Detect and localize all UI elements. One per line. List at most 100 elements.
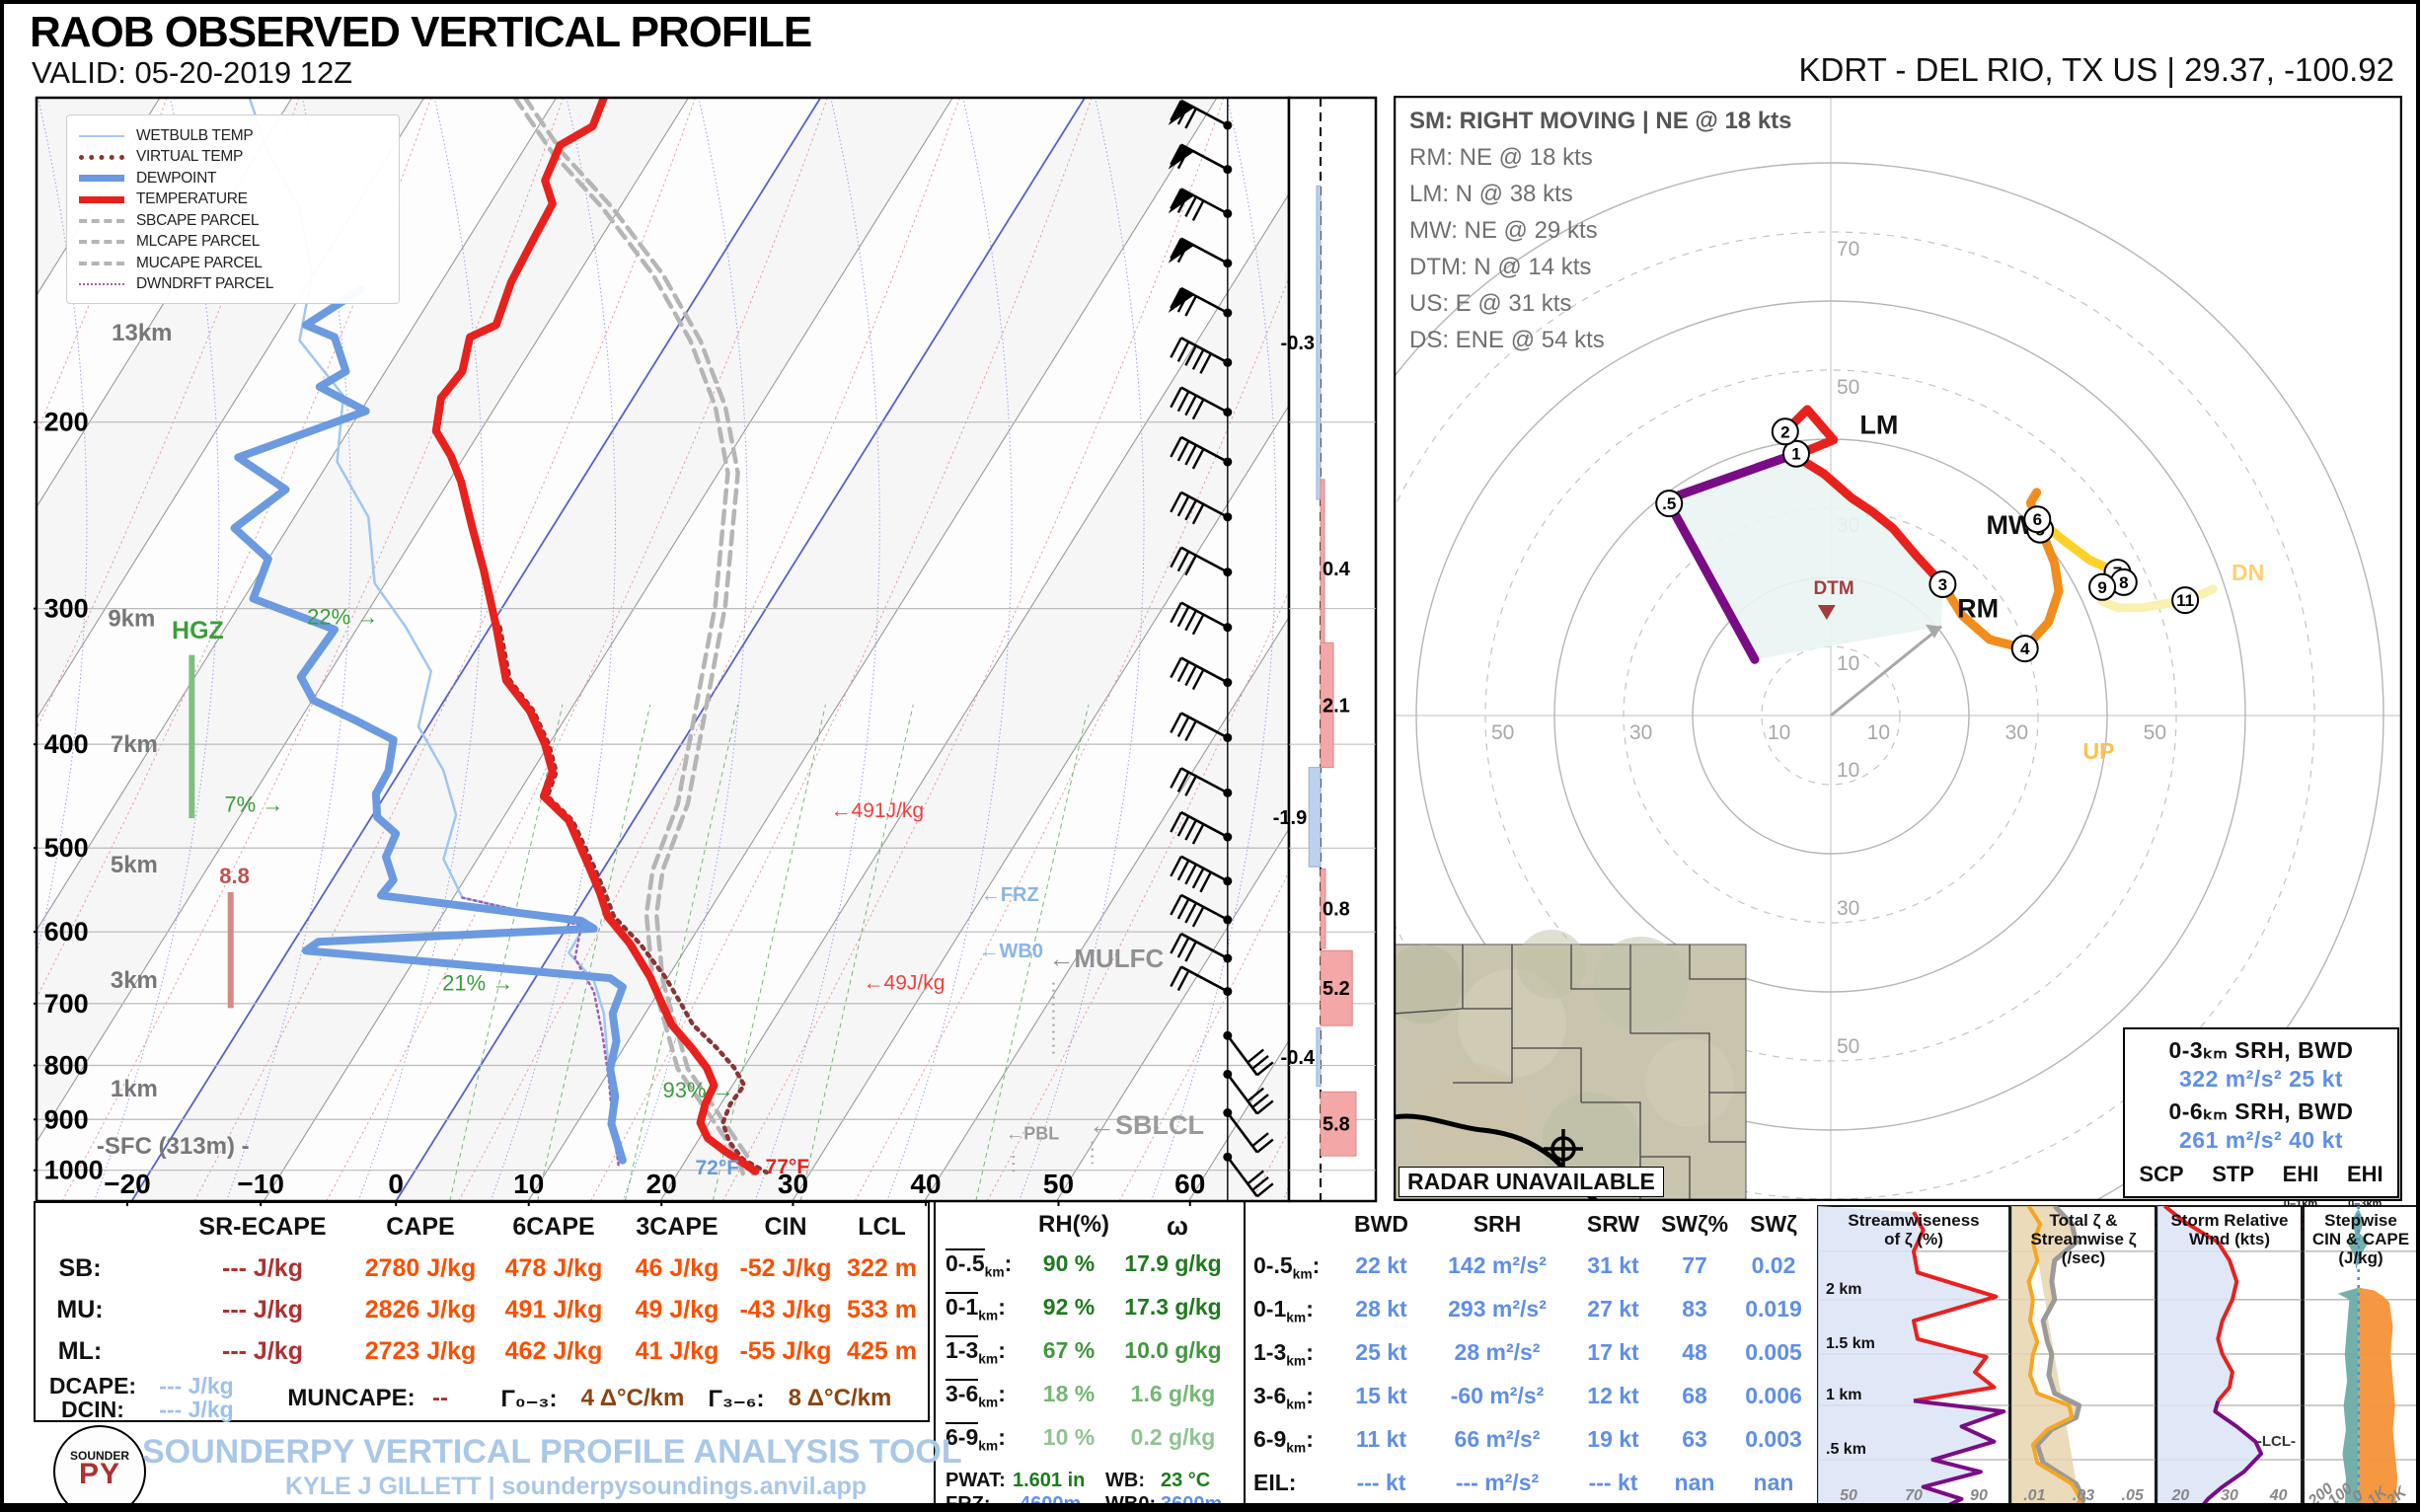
thermo-cell: -52 J/kg bbox=[739, 1254, 832, 1282]
omega-bar bbox=[1308, 767, 1322, 868]
thermo-cell: LCL bbox=[858, 1213, 906, 1241]
kinematics-value: 15 kt bbox=[1355, 1383, 1407, 1408]
thermo-cell: SR-ECAPE bbox=[198, 1213, 327, 1241]
skewt-annotation: HGZ bbox=[172, 617, 224, 644]
moisture-mixratio-value: 10.0 g/kg bbox=[1124, 1337, 1222, 1363]
kinematics-row-label: 6-9km: bbox=[1253, 1426, 1314, 1456]
skewt-annotation: ←MULFC bbox=[1048, 944, 1164, 973]
thermo-cell: 491 J/kg bbox=[504, 1296, 603, 1323]
legend-label: DWNDRFT PARCEL bbox=[136, 275, 274, 293]
hodograph-ring-label: 70 bbox=[1837, 238, 1859, 261]
mini-chart-panel: Total ζ &Streamwise ζ(/sec) .01 .03 .05 bbox=[2010, 1205, 2156, 1504]
mini-chart-xtick: 50 bbox=[1840, 1487, 1857, 1504]
frz-label: FRZ: bbox=[945, 1493, 991, 1512]
thermo-cell: -43 J/kg bbox=[739, 1296, 832, 1323]
height-axis-label: 1km bbox=[111, 1076, 158, 1102]
moisture-mixratio-value: 17.3 g/kg bbox=[1124, 1294, 1222, 1320]
wb-value: 23 °C bbox=[1161, 1470, 1211, 1491]
kinematics-value: 0.006 bbox=[1745, 1383, 1802, 1408]
hodograph-label: DTM bbox=[1814, 578, 1854, 599]
mini-chart-title: Streamwiseness bbox=[1848, 1211, 1979, 1230]
thermo-cell: ML: bbox=[57, 1337, 103, 1365]
mini-chart-panel: StepwiseCIN & CAPE(J/kg)-200-10001K2K bbox=[2302, 1205, 2416, 1503]
moisture-rh-value: 90 % bbox=[1042, 1250, 1096, 1276]
skewt-legend: WETBULB TEMP VIRTUAL TEMP DEWPOINT TEMPERAT… bbox=[66, 114, 400, 304]
hodograph-ring-label: 50 bbox=[1491, 721, 1514, 744]
kinematics-value: 68 bbox=[1682, 1383, 1707, 1408]
moisture-table: RH(%) ω 0-.5km: 90 % 17.9 g/kg 0-1km: 92 % 17.3… bbox=[934, 1201, 1244, 1512]
temperature-axis-label: 50 bbox=[1043, 1169, 1074, 1199]
srh-box-row: 0-3ₖₘ SRH, BWD bbox=[2168, 1037, 2354, 1063]
pressure-axis-label: 700 bbox=[44, 989, 89, 1019]
sounderpy-logo: SOUNDER PY bbox=[53, 1425, 146, 1503]
moisture-mixratio-value: 0.2 g/kg bbox=[1130, 1424, 1216, 1450]
srh-bwd-summary-box: 0-3ₖₘ SRH, BWD 322 m²/s² 25 kt 0-6ₖₘ SRH, … bbox=[2123, 1027, 2399, 1236]
legend-item: DWNDRFT PARCEL bbox=[79, 274, 387, 296]
svg-text:4: 4 bbox=[2020, 640, 2030, 658]
thermo-cell: 425 m bbox=[847, 1337, 917, 1365]
thermo-cell: DCIN: bbox=[61, 1397, 124, 1422]
thermo-cell: MU: bbox=[56, 1296, 104, 1323]
mini-profile-charts: Streamwisenessof ζ (%) 2 km 1.5 km 1 km .5 k… bbox=[1817, 1205, 2416, 1504]
temperature-axis-label: 0 bbox=[388, 1169, 404, 1199]
kinematics-value: 12 kt bbox=[1587, 1383, 1639, 1408]
kinematics-value: 83 bbox=[1682, 1296, 1707, 1322]
skewt-annotation: 22% → bbox=[307, 604, 378, 629]
radar-status-badge: RADAR UNAVAILABLE bbox=[1399, 1167, 1664, 1197]
temperature-axis-label: 20 bbox=[646, 1169, 677, 1199]
skewt-annotation: ←PBL bbox=[1006, 1123, 1059, 1143]
skewt-annotation: 7% → bbox=[224, 792, 283, 816]
svg-text:9: 9 bbox=[2097, 578, 2106, 597]
thermo-cell: --- J/kg bbox=[222, 1254, 303, 1282]
mini-chart-height-label: .5 km bbox=[1826, 1441, 1866, 1458]
legend-item: TEMPERATURE bbox=[79, 189, 387, 211]
thermo-cell: Γ₀₋₃: bbox=[500, 1386, 558, 1412]
storm-motion-line: SM: RIGHT MOVING | NE @ 18 kts bbox=[1409, 108, 1792, 134]
moisture-row-label: 0-1km: bbox=[945, 1292, 1006, 1323]
kinematics-value: 28 kt bbox=[1355, 1296, 1407, 1322]
thermo-cell: 6CAPE bbox=[512, 1213, 595, 1241]
mini-chart-xtick: .01 bbox=[2023, 1487, 2045, 1504]
hodograph-ring-label: 50 bbox=[1837, 376, 1859, 399]
kinematics-value: 293 m²/s² bbox=[1448, 1296, 1547, 1322]
legend-swatch bbox=[79, 283, 124, 286]
wb0-value: 3600m bbox=[1161, 1493, 1223, 1512]
kinematics-value: 27 kt bbox=[1587, 1296, 1639, 1322]
moisture-header: ω bbox=[1167, 1211, 1188, 1241]
mini-chart-height-label: 2 km bbox=[1826, 1281, 1861, 1298]
legend-label: WETBULB TEMP bbox=[136, 126, 254, 144]
thermo-cell: DCAPE: bbox=[48, 1373, 137, 1399]
legend-swatch bbox=[79, 240, 124, 245]
pwat-label: PWAT: bbox=[945, 1470, 1006, 1491]
svg-text:6: 6 bbox=[2033, 510, 2042, 529]
legend-item: MUCAPE PARCEL bbox=[79, 253, 387, 274]
frz-value: 4600m bbox=[1020, 1493, 1082, 1512]
kinematics-value: 22 kt bbox=[1355, 1252, 1407, 1278]
thermo-cell: 322 m bbox=[847, 1254, 917, 1282]
kinematics-value: 0.019 bbox=[1745, 1296, 1802, 1322]
moisture-header: RH(%) bbox=[1038, 1211, 1109, 1238]
hodograph-ring-label: 50 bbox=[2144, 721, 2166, 744]
kinematics-header: SRW bbox=[1586, 1211, 1640, 1237]
hodograph-ring-label: 10 bbox=[1867, 721, 1890, 744]
mini-chart-xtick: 70 bbox=[1905, 1487, 1923, 1504]
thermo-cell: Γ₃₋₆: bbox=[708, 1386, 765, 1412]
skewt-annotation: ←SBLCL bbox=[1089, 1110, 1204, 1140]
kinematics-value: 17 kt bbox=[1587, 1339, 1639, 1365]
hodograph-label: UP bbox=[2083, 738, 2115, 764]
kinematics-row-label: 0-.5km: bbox=[1253, 1252, 1321, 1282]
svg-text:1: 1 bbox=[1791, 445, 1800, 464]
hodograph-ring-label: 50 bbox=[1837, 1035, 1859, 1058]
omega-bar-label: 2.1 bbox=[1323, 695, 1350, 717]
thermo-cell: -55 J/kg bbox=[739, 1337, 832, 1365]
footer-author-link[interactable]: KYLE J GILLETT | sounderpysoundings.anvi… bbox=[285, 1473, 867, 1501]
skewt-annotation: 77°F bbox=[766, 1156, 810, 1178]
legend-swatch bbox=[79, 175, 124, 183]
skewt-annotation: 72°F bbox=[695, 1157, 739, 1179]
thermo-cell: --- J/kg bbox=[159, 1373, 234, 1399]
thermo-cell: CAPE bbox=[386, 1213, 455, 1241]
kinematics-row-label: EIL: bbox=[1253, 1470, 1297, 1495]
mini-chart-panel: Streamwisenessof ζ (%) 2 km 1.5 km 1 km .5 k… bbox=[1817, 1205, 2010, 1504]
mini-chart-xtick: .05 bbox=[2122, 1487, 2145, 1504]
temperature-axis-label: −20 bbox=[104, 1169, 151, 1199]
